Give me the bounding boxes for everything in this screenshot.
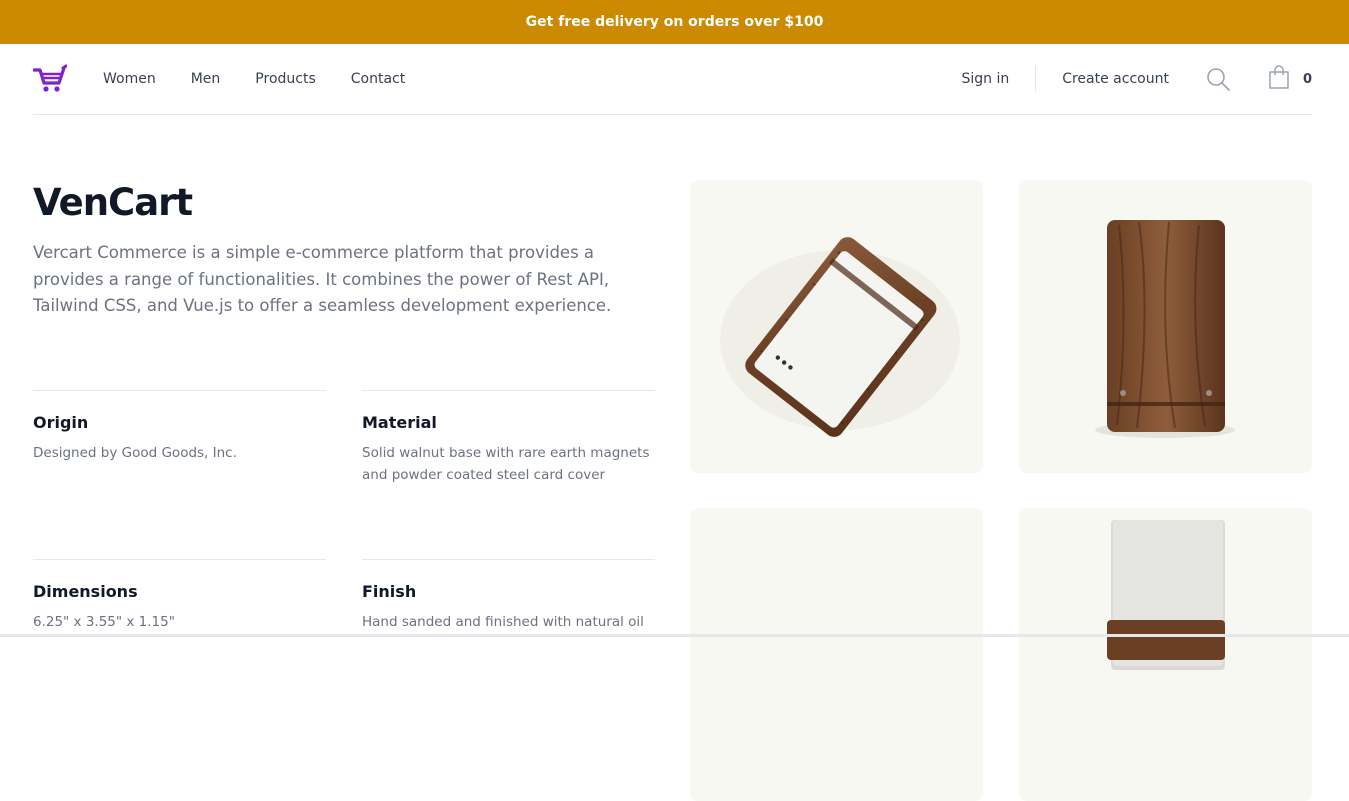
product-description: Vercart Commerce is a simple e-commerce …: [33, 243, 612, 315]
feature-item: Dimensions 6.25" x 3.55" x 1.15": [33, 559, 326, 728]
account-actions: Sign in Create account 0: [961, 65, 1312, 93]
promo-banner-text: Get free delivery on orders over $100: [525, 14, 824, 30]
nav-divider: [1035, 66, 1037, 92]
feature-description: Designed by Good Goods, Inc.: [33, 445, 237, 461]
feature-item: Material Solid walnut base with rare ear…: [362, 390, 655, 559]
page-title: VenCart: [33, 181, 193, 224]
nav-link-women[interactable]: Women: [103, 71, 156, 87]
create-account-link[interactable]: Create account: [1062, 71, 1169, 87]
product-image-front[interactable]: [1019, 180, 1312, 473]
nav-link-men[interactable]: Men: [191, 71, 221, 87]
cart-logo-icon[interactable]: [33, 64, 67, 94]
feature-list: Origin Designed by Good Goods, Inc. Mate…: [33, 390, 655, 728]
nav-link-contact[interactable]: Contact: [351, 71, 405, 87]
feature-description: Hand sanded and finished with natural oi…: [362, 614, 644, 630]
nav-link-products[interactable]: Products: [255, 71, 315, 87]
product-image-angled[interactable]: [690, 180, 983, 473]
feature-description: Solid walnut base with rare earth magnet…: [362, 445, 650, 483]
shopping-bag-icon: [1268, 65, 1290, 93]
cart-button[interactable]: 0: [1268, 65, 1312, 93]
product-image-standing[interactable]: [1019, 508, 1312, 801]
feature-item: Origin Designed by Good Goods, Inc.: [33, 390, 326, 559]
main-menu: Women Men Products Contact: [103, 71, 440, 87]
feature-description: 6.25" x 3.55" x 1.15": [33, 614, 175, 630]
feature-name: Finish: [362, 582, 417, 601]
feature-name: Origin: [33, 413, 89, 432]
cart-count: 0: [1302, 71, 1312, 87]
promo-banner: Get free delivery on orders over $100: [0, 0, 1349, 44]
feature-item: Finish Hand sanded and finished with nat…: [362, 559, 655, 728]
top-navigation: Women Men Products Contact Sign in Creat…: [33, 44, 1312, 115]
sign-in-link[interactable]: Sign in: [961, 71, 1009, 87]
search-icon[interactable]: [1206, 67, 1230, 91]
product-info: VenCart Vercart Commerce is a simple e-c…: [33, 178, 655, 320]
feature-name: Dimensions: [33, 582, 138, 601]
product-image-placeholder[interactable]: [690, 508, 983, 801]
feature-name: Material: [362, 413, 437, 432]
